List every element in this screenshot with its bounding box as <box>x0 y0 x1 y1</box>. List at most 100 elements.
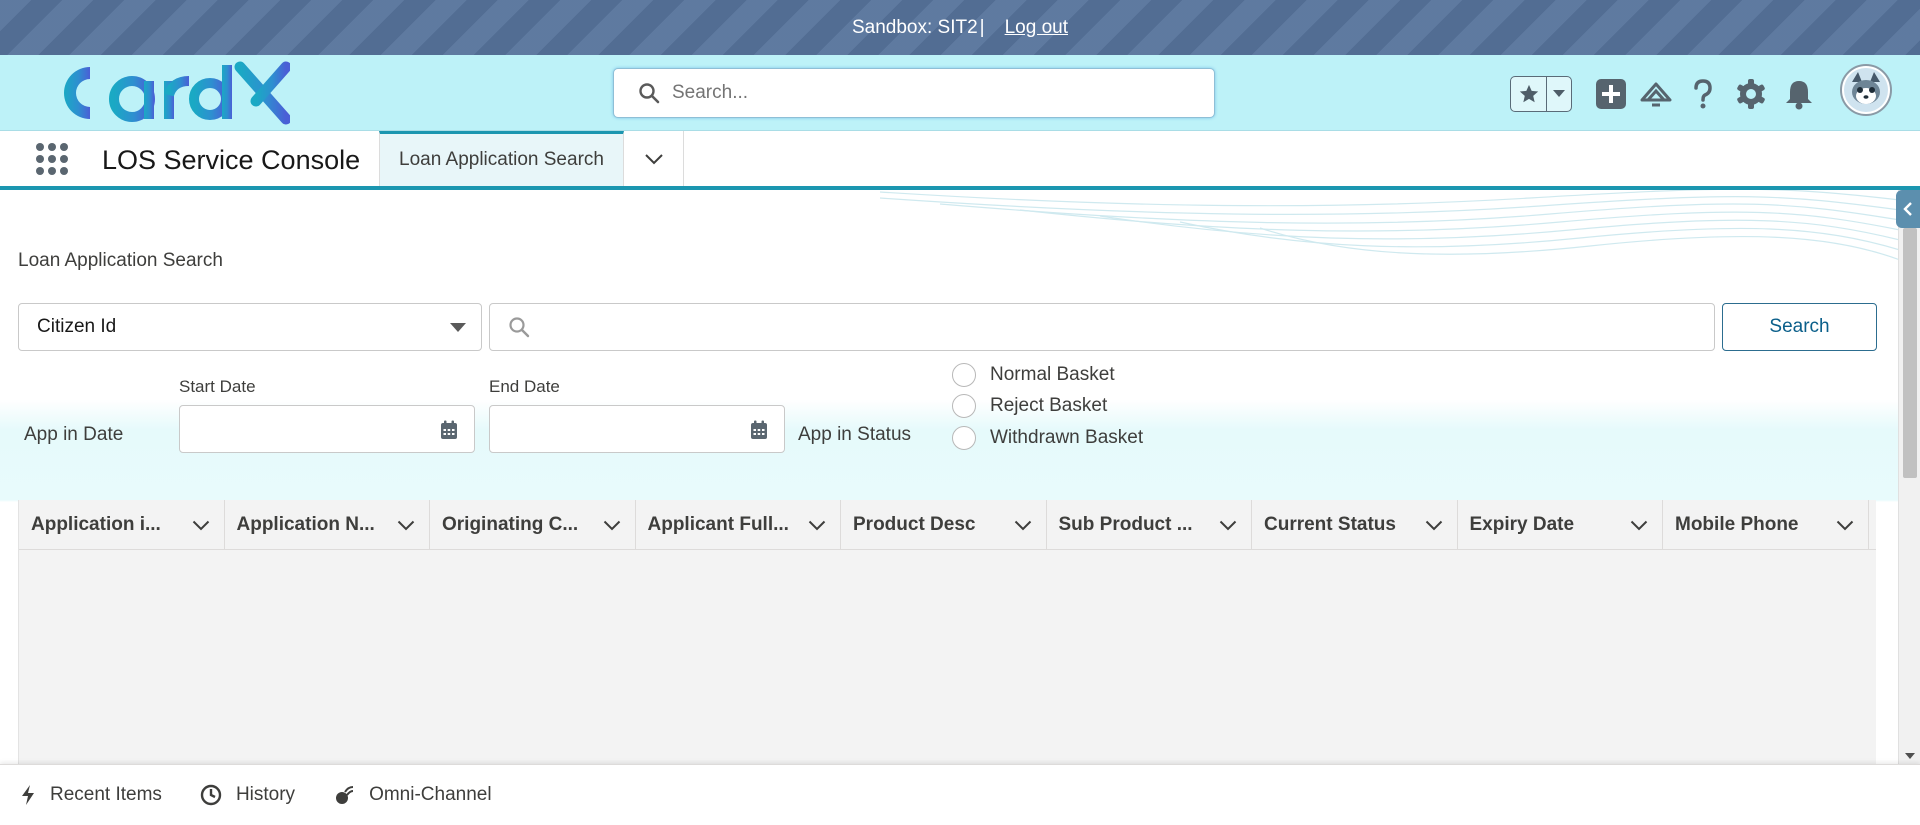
decorative-waves <box>880 190 1900 261</box>
radio-button[interactable] <box>952 363 976 387</box>
column-header[interactable]: Application N... <box>225 500 430 550</box>
column-header[interactable]: Expiry Date <box>1458 500 1663 550</box>
chevron-down-icon[interactable] <box>397 520 415 531</box>
chevron-down-icon <box>1553 90 1565 97</box>
page-scrollbar[interactable] <box>1898 190 1920 764</box>
clock-icon <box>200 784 222 806</box>
start-date-input[interactable] <box>179 405 475 453</box>
favorites-button[interactable] <box>1511 77 1547 111</box>
column-label: Application i... <box>31 514 161 535</box>
app-in-status-label: App in Status <box>798 424 912 445</box>
column-header[interactable]: Product Desc <box>841 500 1047 550</box>
results-table: Application i... Application N... Origin… <box>18 500 1876 764</box>
search-button[interactable]: Search <box>1722 303 1877 351</box>
column-header[interactable]: Applicant Full... <box>636 500 841 550</box>
global-search[interactable] <box>613 68 1215 118</box>
chevron-down-icon[interactable] <box>808 520 826 531</box>
side-panel-toggle[interactable] <box>1896 190 1920 228</box>
cardx-logo[interactable] <box>60 61 290 125</box>
radio-normal-basket[interactable]: Normal Basket <box>952 363 1115 387</box>
utility-label: Recent Items <box>50 784 162 805</box>
bell-icon <box>1786 81 1812 110</box>
search-value-field[interactable] <box>489 303 1715 351</box>
utility-bar: Recent Items History Omni-Channel <box>0 764 1920 825</box>
chevron-down-icon[interactable] <box>192 520 210 531</box>
chevron-down-icon[interactable] <box>1425 520 1443 531</box>
user-avatar[interactable] <box>1840 64 1892 116</box>
trailhead-button[interactable] <box>1637 75 1675 113</box>
global-search-input[interactable] <box>672 82 1214 104</box>
app-launcher-button[interactable] <box>36 143 68 175</box>
page-title: Loan Application Search <box>18 250 223 271</box>
notifications-button[interactable] <box>1780 75 1818 113</box>
column-label: Expiry Date <box>1469 514 1575 535</box>
search-icon <box>639 83 660 104</box>
global-header <box>0 55 1920 131</box>
end-date-label: End Date <box>489 377 560 396</box>
column-label: Current Status <box>1264 514 1396 535</box>
search-by-value: Citizen Id <box>37 316 117 337</box>
calendar-icon[interactable] <box>440 420 458 440</box>
chevron-down-icon[interactable] <box>603 520 621 531</box>
chevron-down-icon[interactable] <box>1836 520 1854 531</box>
column-label: Sub Product ... <box>1058 514 1193 535</box>
console-nav: LOS Service Console Loan Application Sea… <box>0 131 1920 190</box>
setup-button[interactable] <box>1732 75 1770 113</box>
column-label: Applicant Full... <box>647 514 789 535</box>
column-label: Application N... <box>236 514 375 535</box>
caret-down-icon <box>450 323 466 332</box>
radio-label: Normal Basket <box>990 364 1115 385</box>
scrollbar-thumb[interactable] <box>1903 228 1917 478</box>
radio-withdrawn-basket[interactable]: Withdrawn Basket <box>952 426 1143 450</box>
column-header[interactable]: Current Status <box>1252 500 1458 550</box>
chevron-down-icon[interactable] <box>1014 520 1032 531</box>
utility-history[interactable]: History <box>200 784 295 806</box>
app-name: LOS Service Console <box>102 145 361 175</box>
column-label: Originating C... <box>442 514 579 535</box>
utility-recent-items[interactable]: Recent Items <box>20 784 162 806</box>
help-button[interactable] <box>1684 75 1722 113</box>
chevron-down-icon <box>644 153 663 164</box>
chevron-down-icon[interactable] <box>1630 520 1648 531</box>
logout-link[interactable]: Log out <box>1005 17 1068 39</box>
omni-channel-icon <box>336 786 354 804</box>
radio-button[interactable] <box>952 426 976 450</box>
column-label: Product Desc <box>853 514 976 535</box>
radio-label: Reject Basket <box>990 395 1108 416</box>
search-by-select[interactable]: Citizen Id <box>18 303 482 351</box>
favorites-menu-button[interactable] <box>1547 77 1571 111</box>
calendar-icon[interactable] <box>750 420 768 440</box>
scroll-down-arrow-icon[interactable] <box>1904 752 1916 760</box>
search-icon <box>509 317 530 338</box>
main-content: Loan Application Search Citizen Id Searc… <box>0 190 1900 764</box>
end-date-input[interactable] <box>489 405 785 453</box>
help-icon <box>1694 79 1712 109</box>
column-header[interactable]: Application i... <box>19 500 225 550</box>
utility-label: Omni-Channel <box>369 784 492 805</box>
table-header: Application i... Application N... Origin… <box>19 500 1876 550</box>
app-in-date-label: App in Date <box>24 424 124 445</box>
column-header[interactable]: Sub Product ... <box>1047 500 1252 550</box>
tab-menu-button[interactable] <box>624 131 684 186</box>
chevron-down-icon[interactable] <box>1219 520 1237 531</box>
radio-label: Withdrawn Basket <box>990 427 1144 448</box>
gear-icon <box>1737 79 1765 109</box>
avatar-icon <box>1844 68 1888 112</box>
lightning-icon <box>22 785 34 805</box>
tab-loan-application-search[interactable]: Loan Application Search <box>379 131 624 186</box>
trailhead-icon <box>1640 82 1672 107</box>
start-date-label: Start Date <box>179 377 256 396</box>
column-label: Mobile Phone <box>1675 514 1799 535</box>
global-actions-button[interactable] <box>1592 75 1630 113</box>
column-header[interactable]: Mobile Phone <box>1663 500 1869 550</box>
search-value-input[interactable] <box>540 316 1714 338</box>
radio-button[interactable] <box>952 394 976 418</box>
column-header[interactable]: Originating C... <box>430 500 636 550</box>
star-icon <box>1519 84 1538 103</box>
favorites-group[interactable] <box>1510 76 1572 112</box>
radio-reject-basket[interactable]: Reject Basket <box>952 394 1107 418</box>
chevron-left-icon <box>1903 202 1912 216</box>
utility-omni-channel[interactable]: Omni-Channel <box>333 784 492 806</box>
sandbox-label: Sandbox: SIT2 <box>851 16 978 38</box>
sandbox-banner: Sandbox: SIT2 | Log out <box>0 0 1920 55</box>
